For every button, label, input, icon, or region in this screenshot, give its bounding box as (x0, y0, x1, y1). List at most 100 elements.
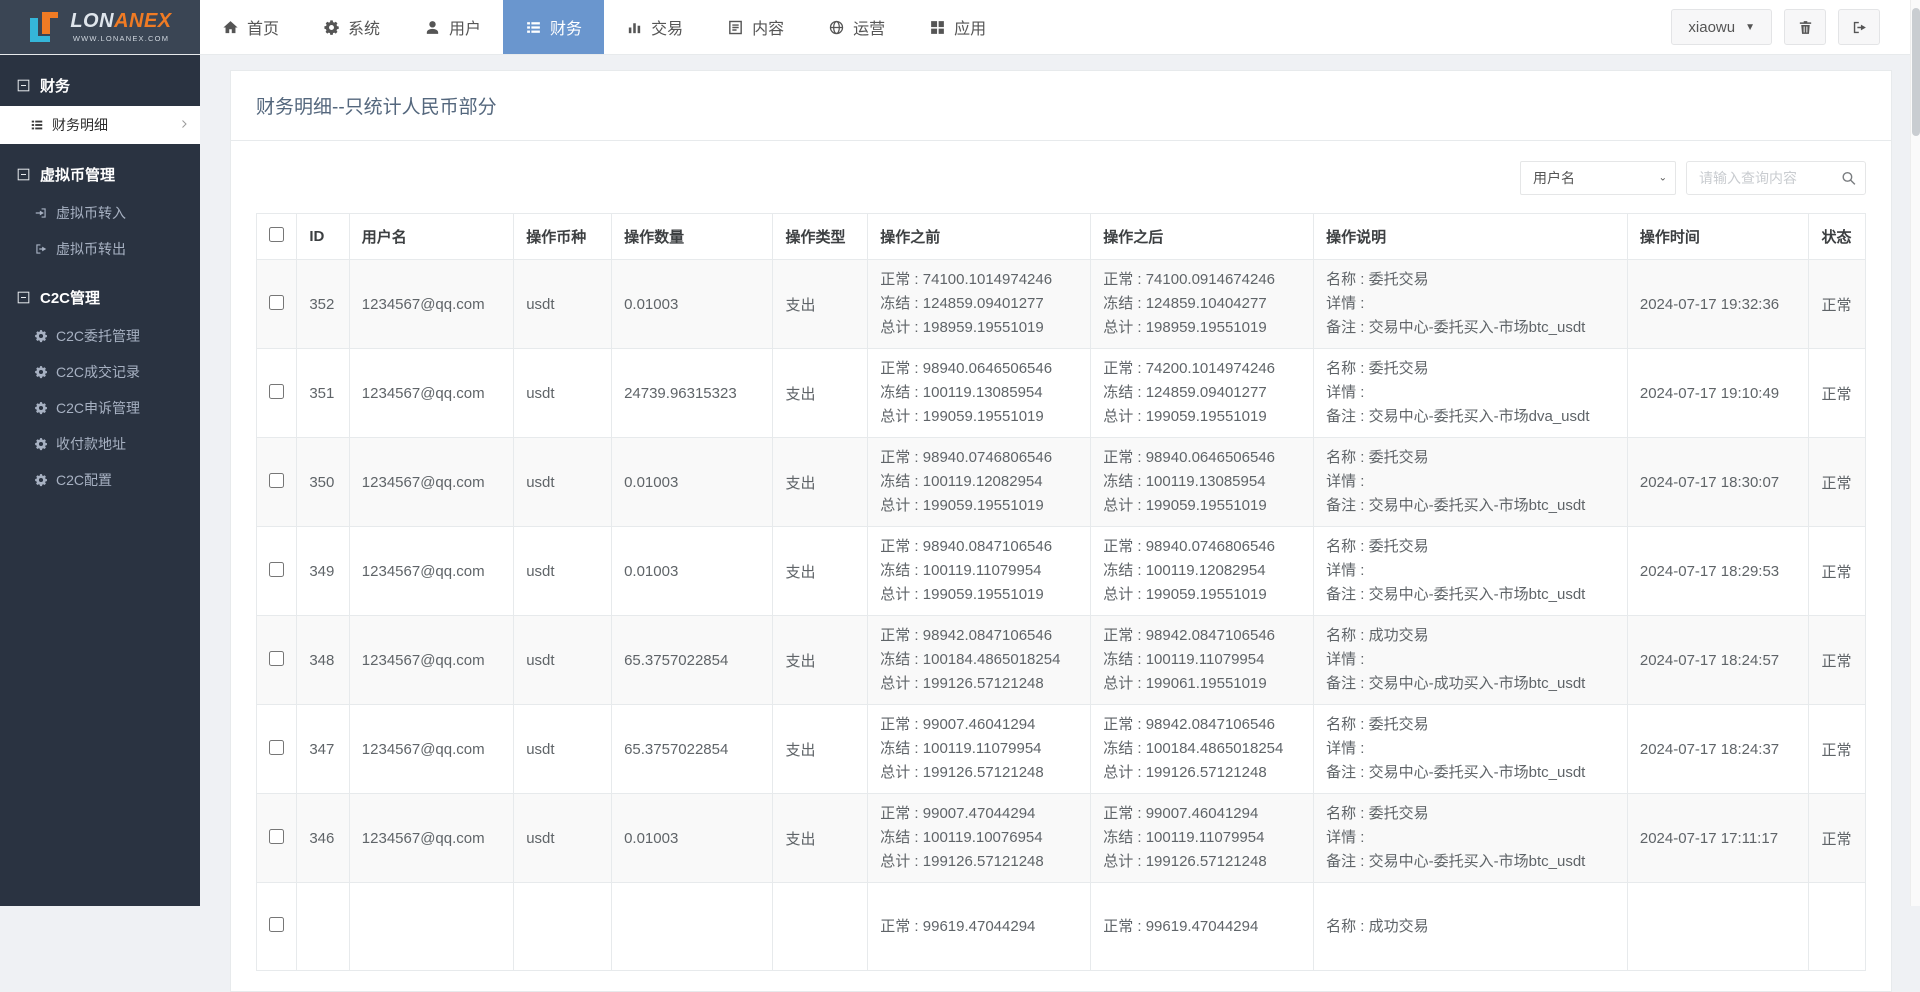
balance-line: 冻结 : 100119.11079954 (880, 737, 1078, 761)
sidebar-item-payment-address[interactable]: 收付款地址 (0, 426, 200, 462)
sidebar-item-label: 虚拟币转入 (56, 203, 126, 223)
row-checkbox[interactable] (269, 917, 284, 932)
balance-line: 总计 : 199059.19551019 (1103, 583, 1301, 607)
cell-desc: 名称 : 委托交易 详情 : 备注 : 交易中心-委托买入-市场btc_usdt (1314, 527, 1628, 616)
desc-line: 备注 : 交易中心-委托买入-市场dva_usdt (1326, 405, 1615, 429)
balance-line: 总计 : 199059.19551019 (1103, 494, 1301, 518)
cell-user: 1234567@qq.com (349, 527, 513, 616)
cell-status: 正常 (1809, 438, 1866, 527)
scrollbar-thumb[interactable] (1912, 8, 1920, 136)
cell-time: 2024-07-17 18:24:37 (1627, 705, 1809, 794)
desc-line: 名称 : 委托交易 (1326, 446, 1615, 470)
sidebar-item-label: 财务明细 (52, 115, 108, 135)
nav-item-system[interactable]: 系统 (301, 0, 402, 54)
balance-line: 正常 : 98940.0746806546 (880, 446, 1078, 470)
nav-item-users[interactable]: 用户 (402, 0, 503, 54)
balance-line: 冻结 : 100119.11079954 (1103, 648, 1301, 672)
sidebar-section-finance[interactable]: 财务 (0, 55, 200, 106)
sidebar-item-finance-detail[interactable]: 财务明细 (0, 106, 200, 144)
search-field-select[interactable]: 用户名 (1520, 161, 1676, 195)
top-nav: 首页 系统 用户 财务 交易 内容 运营 应用 (200, 0, 1008, 54)
desc-line: 名称 : 委托交易 (1326, 268, 1615, 292)
balance-line: 正常 : 99619.47044294 (880, 915, 1078, 939)
row-checkbox[interactable] (269, 651, 284, 666)
search-icon[interactable] (1840, 170, 1857, 187)
sidebar-item-coin-out[interactable]: 虚拟币转出 (0, 231, 200, 267)
sidebar-item-c2c-appeals[interactable]: C2C申诉管理 (0, 390, 200, 426)
nav-item-trade[interactable]: 交易 (604, 0, 705, 54)
balance-line: 冻结 : 100119.13085954 (880, 381, 1078, 405)
balance-line: 正常 : 98942.0847106546 (880, 624, 1078, 648)
nav-item-home[interactable]: 首页 (200, 0, 301, 54)
row-checkbox[interactable] (269, 295, 284, 310)
cell-id: 348 (297, 616, 349, 705)
balance-line: 正常 : 99007.46041294 (880, 713, 1078, 737)
row-checkbox[interactable] (269, 473, 284, 488)
balance-line: 正常 : 74100.1014974246 (880, 268, 1078, 292)
desc-line: 备注 : 交易中心-成功买入-市场btc_usdt (1326, 672, 1615, 696)
sidebar-item-label: C2C申诉管理 (56, 398, 140, 418)
sidebar-section-c2c[interactable]: C2C管理 (0, 267, 200, 318)
cell-status: 正常 (1809, 616, 1866, 705)
cell-user: 1234567@qq.com (349, 260, 513, 349)
cell-id: 349 (297, 527, 349, 616)
select-all-checkbox[interactable] (269, 227, 284, 242)
balance-line: 总计 : 198959.19551019 (1103, 316, 1301, 340)
minus-square-icon (16, 78, 31, 93)
row-checkbox[interactable] (269, 740, 284, 755)
nav-label: 应用 (954, 15, 986, 39)
cell-status: 正常 (1809, 527, 1866, 616)
balance-line: 正常 : 74100.0914674246 (1103, 268, 1301, 292)
table-row: 349 1234567@qq.com usdt 0.01003 支出 正常 : … (257, 527, 1866, 616)
balance-line: 总计 : 199126.57121248 (880, 672, 1078, 696)
logout-button[interactable] (1838, 9, 1880, 45)
bar-chart-icon (626, 19, 643, 36)
user-menu-button[interactable]: xiaowu ▼ (1671, 9, 1772, 45)
gear-icon (34, 401, 48, 415)
gear-icon (34, 437, 48, 451)
grid-icon (929, 19, 946, 36)
cell-type: 支出 (773, 705, 868, 794)
nav-item-operations[interactable]: 运营 (806, 0, 907, 54)
sidebar-item-c2c-deals[interactable]: C2C成交记录 (0, 354, 200, 390)
trash-button[interactable] (1784, 9, 1826, 45)
logo-title: LONANEX (70, 11, 171, 31)
search-input[interactable] (1686, 161, 1866, 195)
cell-type (773, 883, 868, 971)
sidebar-item-label: 虚拟币转出 (56, 239, 126, 259)
row-checkbox[interactable] (269, 562, 284, 577)
row-checkbox[interactable] (269, 384, 284, 399)
cell-after: 正常 : 99619.47044294 (1091, 883, 1314, 971)
sign-out-icon (1851, 19, 1868, 36)
cell-amount: 65.3757022854 (612, 616, 773, 705)
nav-item-content[interactable]: 内容 (705, 0, 806, 54)
balance-line: 冻结 : 124859.09401277 (880, 292, 1078, 316)
cell-after: 正常 : 74200.1014974246 冻结 : 124859.094012… (1091, 349, 1314, 438)
logo[interactable]: LONANEX WWW.LONANEX.COM (0, 0, 200, 54)
nav-item-finance[interactable]: 财务 (503, 0, 604, 54)
page-scrollbar[interactable] (1910, 0, 1920, 906)
content-card: 财务明细--只统计人民币部分 用户名 ⌄ (230, 70, 1892, 992)
col-header-desc: 操作说明 (1314, 214, 1628, 260)
sidebar-item-c2c-config[interactable]: C2C配置 (0, 462, 200, 498)
sidebar-item-c2c-entrust[interactable]: C2C委托管理 (0, 318, 200, 354)
sidebar-section-virtual-coin[interactable]: 虚拟币管理 (0, 144, 200, 195)
desc-line: 备注 : 交易中心-委托买入-市场btc_usdt (1326, 583, 1615, 607)
desc-line: 名称 : 委托交易 (1326, 535, 1615, 559)
search-toolbar: 用户名 ⌄ (256, 161, 1866, 195)
gear-icon (34, 365, 48, 379)
table-row: 348 1234567@qq.com usdt 65.3757022854 支出… (257, 616, 1866, 705)
sidebar-item-coin-in[interactable]: 虚拟币转入 (0, 195, 200, 231)
balance-line: 冻结 : 124859.10404277 (1103, 292, 1301, 316)
balance-line: 正常 : 98942.0847106546 (1103, 713, 1301, 737)
row-checkbox[interactable] (269, 829, 284, 844)
balance-line: 总计 : 199059.19551019 (880, 494, 1078, 518)
col-header-time: 操作时间 (1627, 214, 1809, 260)
cell-coin: usdt (514, 260, 612, 349)
cell-amount: 0.01003 (612, 438, 773, 527)
nav-item-apps[interactable]: 应用 (907, 0, 1008, 54)
list-icon (525, 19, 542, 36)
cell-status: 正常 (1809, 705, 1866, 794)
cell-before: 正常 : 74100.1014974246 冻结 : 124859.094012… (868, 260, 1091, 349)
balance-line: 冻结 : 100119.13085954 (1103, 470, 1301, 494)
